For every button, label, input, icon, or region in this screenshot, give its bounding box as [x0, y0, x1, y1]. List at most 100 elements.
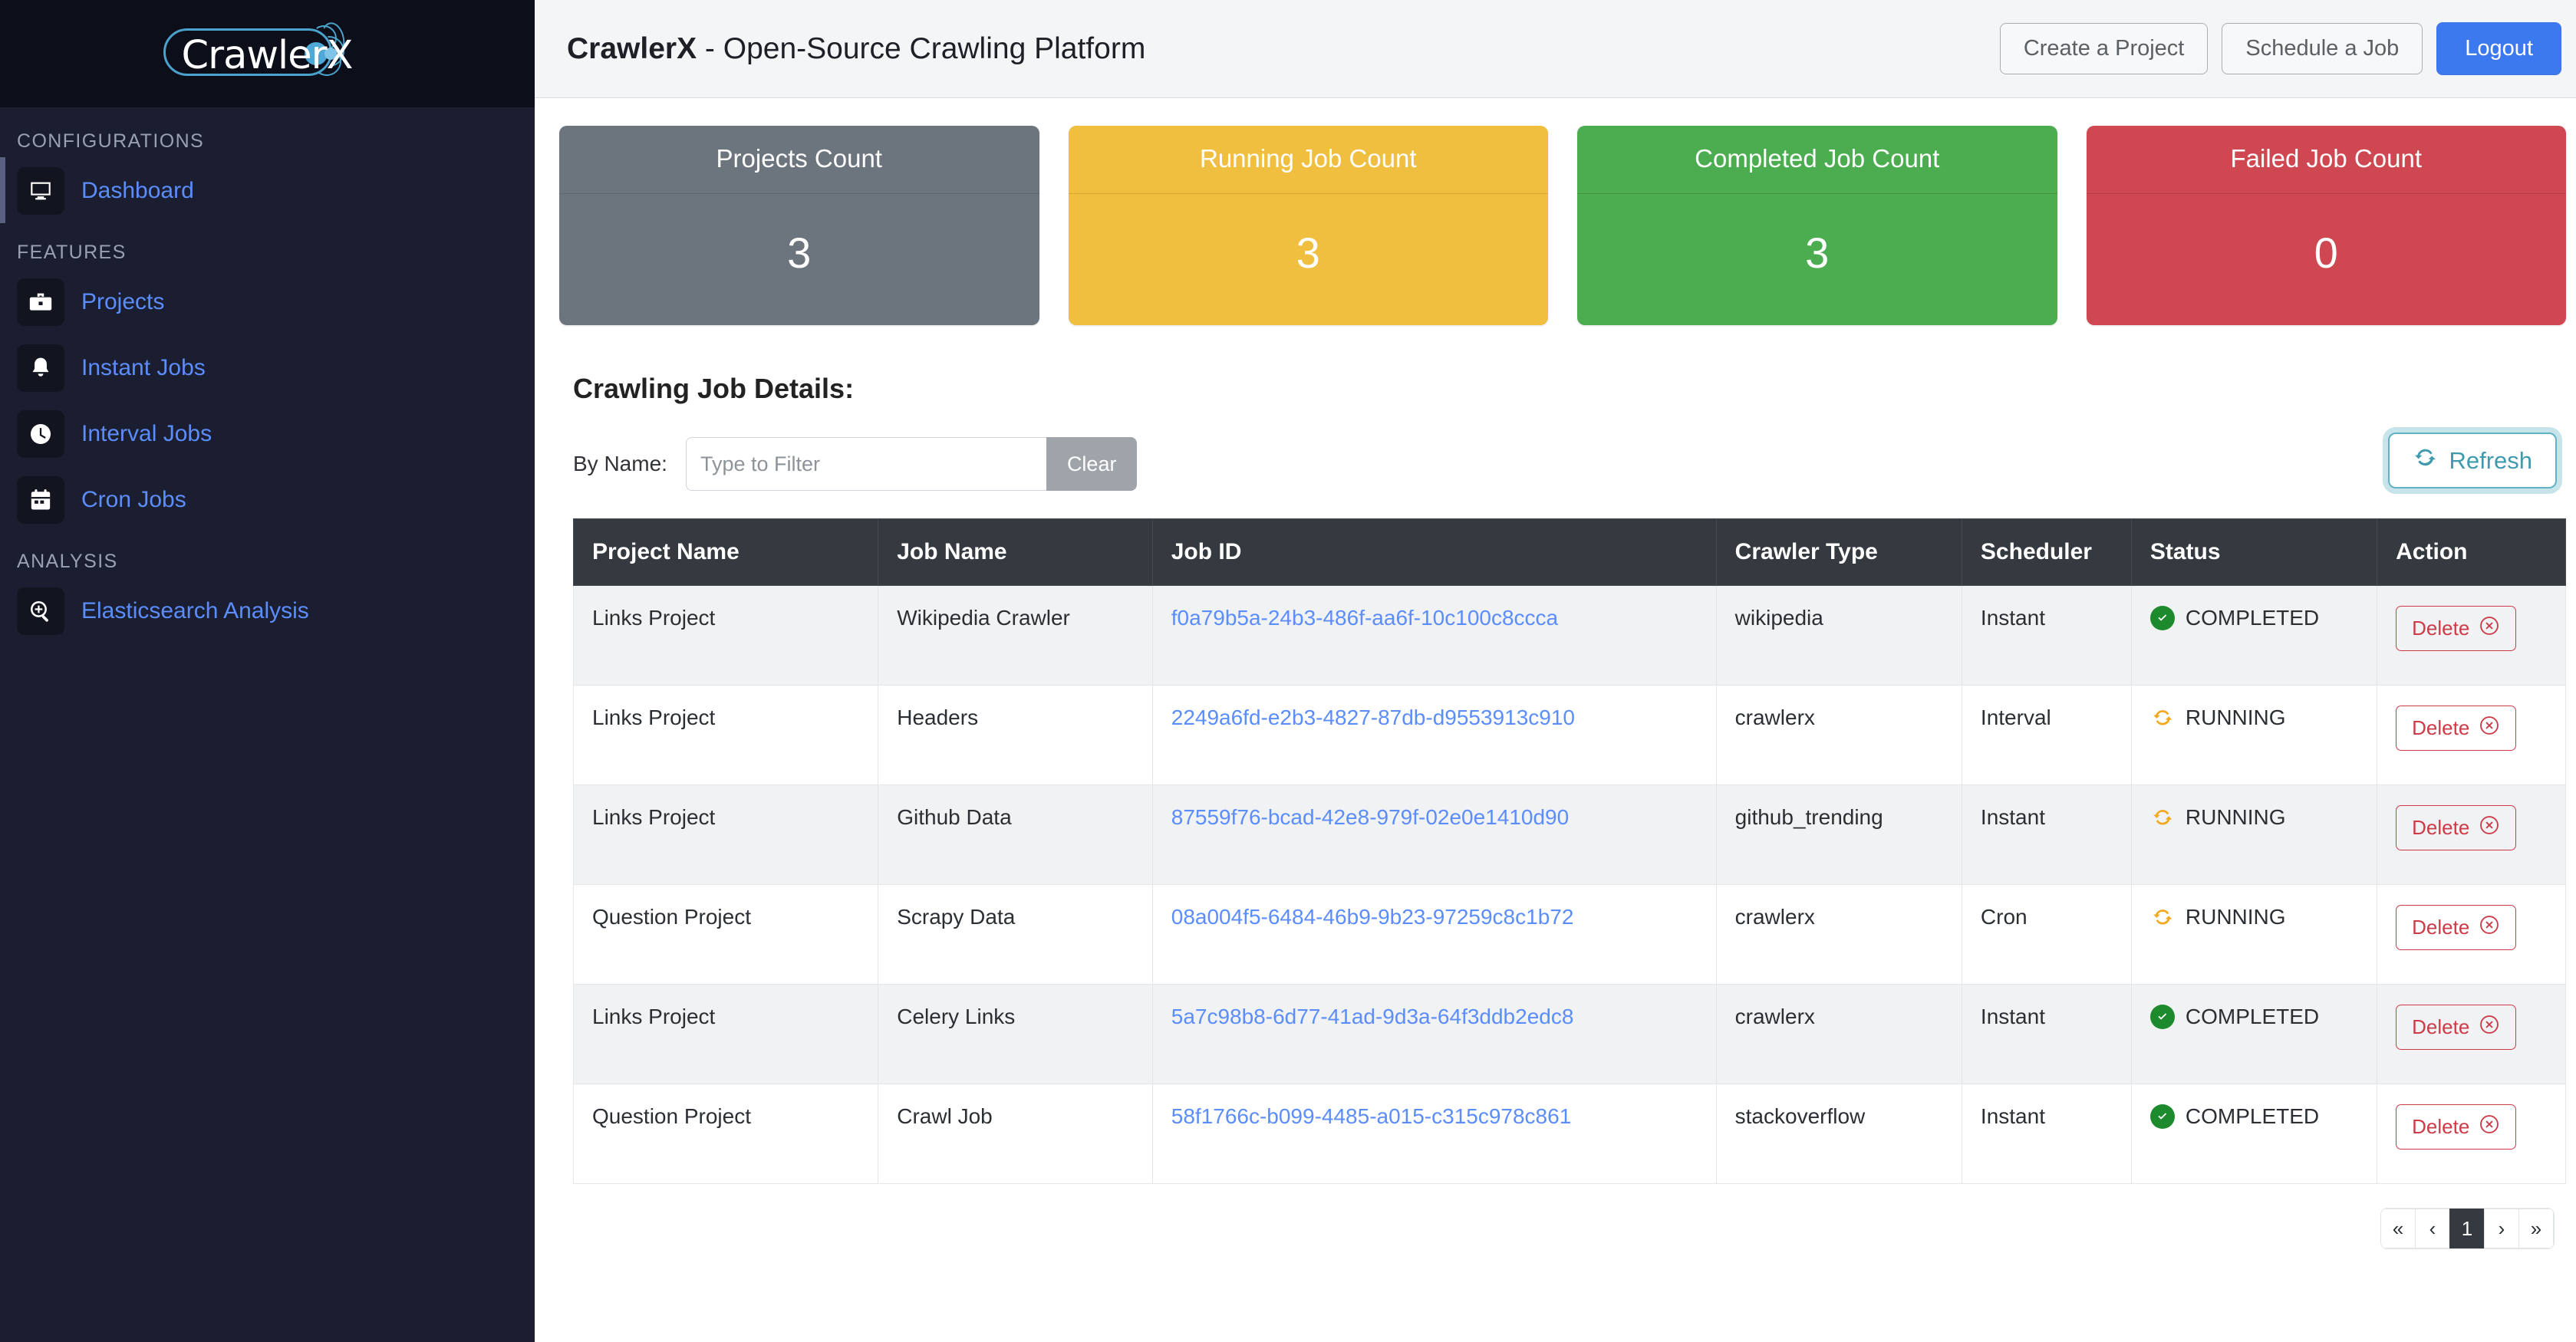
sidebar-section-analysis: ANALYSIS	[17, 551, 118, 572]
close-circle-icon	[2479, 1113, 2500, 1140]
column-header-job-name[interactable]: Job Name	[878, 518, 1153, 586]
stat-card-projects-count: Projects Count 3	[559, 126, 1039, 325]
pagination-prev-button[interactable]: ‹	[2415, 1209, 2450, 1248]
cell-crawler-type: crawlerx	[1715, 884, 1962, 985]
status-badge: COMPLETED	[2149, 1005, 2358, 1029]
sidebar-item-label: Elasticsearch Analysis	[81, 598, 309, 623]
sync-icon	[2150, 805, 2175, 830]
cell-crawler-type: crawlerx	[1715, 685, 1962, 785]
create-project-button[interactable]: Create a Project	[1999, 23, 2209, 74]
delete-button[interactable]: Delete	[2396, 1005, 2517, 1050]
delete-label: Delete	[2412, 1015, 2470, 1038]
jobs-table-head: Project Name Job Name Job ID Crawler Typ…	[572, 518, 2566, 586]
table-row: Links Project Wikipedia Crawler f0a79b5a…	[572, 585, 2566, 686]
stat-card-value: 0	[2314, 229, 2338, 277]
sidebar-item-instant-jobs[interactable]: Instant Jobs	[0, 340, 535, 396]
column-header-job-id[interactable]: Job ID	[1151, 518, 1717, 586]
cell-scheduler: Interval	[1961, 685, 2132, 785]
cell-project-name: Links Project	[572, 784, 879, 885]
cell-job-name: Crawl Job	[878, 1084, 1153, 1184]
column-header-project-name[interactable]: Project Name	[572, 518, 879, 586]
close-circle-icon	[2479, 914, 2500, 941]
delete-label: Delete	[2412, 916, 2470, 939]
jobs-table: Project Name Job Name Job ID Crawler Typ…	[572, 518, 2566, 1184]
job-id-link[interactable]: f0a79b5a-24b3-486f-aa6f-10c100c8ccca	[1171, 606, 1558, 630]
filter-input[interactable]	[685, 437, 1046, 491]
sidebar-item-interval-jobs[interactable]: Interval Jobs	[0, 406, 535, 462]
sidebar-section-features: FEATURES	[17, 242, 127, 263]
job-id-link[interactable]: 87559f76-bcad-42e8-979f-02e0e1410d90	[1171, 805, 1569, 829]
logout-button[interactable]: Logout	[2436, 22, 2561, 75]
status-label: COMPLETED	[2185, 606, 2320, 630]
pagination-page-1[interactable]: 1	[2449, 1209, 2485, 1248]
status-label: RUNNING	[2185, 805, 2286, 829]
stat-card-value: 3	[1296, 229, 1320, 277]
status-badge: RUNNING	[2150, 905, 2358, 929]
close-circle-icon	[2479, 715, 2500, 742]
table-row: Question Project Scrapy Data 08a004f5-64…	[572, 884, 2566, 985]
pagination-first-button[interactable]: «	[2381, 1209, 2416, 1248]
status-label: COMPLETED	[2185, 1104, 2320, 1128]
cell-project-name: Links Project	[572, 685, 879, 785]
job-id-link[interactable]: 2249a6fd-e2b3-4827-87db-d9553913c910	[1171, 706, 1575, 729]
status-label: RUNNING	[2185, 706, 2286, 729]
topbar: CrawlerX - Open-Source Crawling Platform…	[535, 0, 2576, 98]
job-id-link[interactable]: 5a7c98b8-6d77-41ad-9d3a-64f3ddb2edc8	[1171, 1005, 1574, 1028]
table-row: Links Project Celery Links 5a7c98b8-6d77…	[572, 984, 2566, 1084]
search-plus-icon	[17, 587, 64, 635]
page-title-brand: CrawlerX	[567, 31, 697, 65]
cell-scheduler: Instant	[1961, 784, 2132, 885]
stat-card-failed-job-count: Failed Job Count 0	[2086, 126, 2566, 325]
stat-card-title: Completed Job Count	[1577, 126, 2057, 194]
job-id-link[interactable]: 58f1766c-b099-4485-a015-c315c978c861	[1171, 1104, 1572, 1128]
clear-filter-button[interactable]: Clear	[1046, 437, 1138, 491]
content: Projects Count 3 Running Job Count 3 Com…	[535, 98, 2576, 1248]
sidebar-item-label: Cron Jobs	[81, 487, 186, 512]
cell-crawler-type: wikipedia	[1715, 585, 1962, 686]
sidebar-item-projects[interactable]: Projects	[0, 275, 535, 330]
delete-button[interactable]: Delete	[2396, 905, 2517, 950]
sidebar-item-dashboard[interactable]: Dashboard	[0, 157, 535, 223]
stat-card-title: Projects Count	[559, 126, 1039, 194]
cell-crawler-type: stackoverflow	[1715, 1084, 1962, 1184]
status-badge: RUNNING	[2150, 706, 2358, 730]
monitor-icon	[17, 167, 64, 215]
status-badge: RUNNING	[2150, 805, 2358, 830]
table-header-row: Project Name Job Name Job ID Crawler Typ…	[572, 518, 2566, 586]
column-header-action[interactable]: Action	[2377, 518, 2566, 586]
delete-label: Delete	[2412, 1115, 2470, 1138]
delete-button[interactable]: Delete	[2396, 606, 2517, 651]
pagination-last-button[interactable]: »	[2518, 1209, 2554, 1248]
pagination-next-button[interactable]: ›	[2484, 1209, 2519, 1248]
delete-button[interactable]: Delete	[2396, 805, 2517, 850]
page-title-subtitle: - Open-Source Crawling Platform	[697, 31, 1146, 65]
cell-scheduler: Instant	[1961, 984, 2132, 1084]
sidebar-item-label: Instant Jobs	[81, 355, 206, 380]
sidebar-logo[interactable]: CrawlerX	[0, 0, 535, 107]
sync-icon	[2150, 706, 2175, 730]
column-header-crawler-type[interactable]: Crawler Type	[1715, 518, 1962, 586]
job-id-link[interactable]: 08a004f5-6484-46b9-9b23-97259c8c1b72	[1171, 905, 1574, 929]
stat-card-value: 3	[1805, 229, 1830, 277]
jobs-table-body: Links Project Wikipedia Crawler f0a79b5a…	[572, 585, 2566, 1184]
delete-label: Delete	[2412, 716, 2470, 739]
delete-label: Delete	[2412, 816, 2470, 839]
cell-job-name: Github Data	[878, 784, 1153, 885]
pagination: « ‹ 1 › »	[559, 1209, 2554, 1248]
check-circle-icon	[2149, 1104, 2175, 1129]
refresh-button[interactable]: Refresh	[2388, 433, 2557, 488]
cell-scheduler: Instant	[1961, 585, 2132, 686]
stat-card-running-job-count: Running Job Count 3	[1068, 126, 1548, 325]
sidebar-item-cron-jobs[interactable]: Cron Jobs	[0, 472, 535, 528]
schedule-job-button[interactable]: Schedule a Job	[2222, 23, 2423, 74]
section-title: Crawling Job Details:	[573, 373, 855, 404]
column-header-scheduler[interactable]: Scheduler	[1961, 518, 2132, 586]
delete-button[interactable]: Delete	[2396, 1104, 2517, 1150]
sync-icon	[2150, 905, 2175, 929]
column-header-status[interactable]: Status	[2130, 518, 2378, 586]
stat-cards: Projects Count 3 Running Job Count 3 Com…	[559, 126, 2566, 325]
pager-group: « ‹ 1 › »	[2381, 1209, 2554, 1248]
delete-button[interactable]: Delete	[2396, 706, 2517, 751]
table-row: Links Project Github Data 87559f76-bcad-…	[572, 784, 2566, 885]
sidebar-item-elasticsearch-analysis[interactable]: Elasticsearch Analysis	[0, 584, 535, 639]
